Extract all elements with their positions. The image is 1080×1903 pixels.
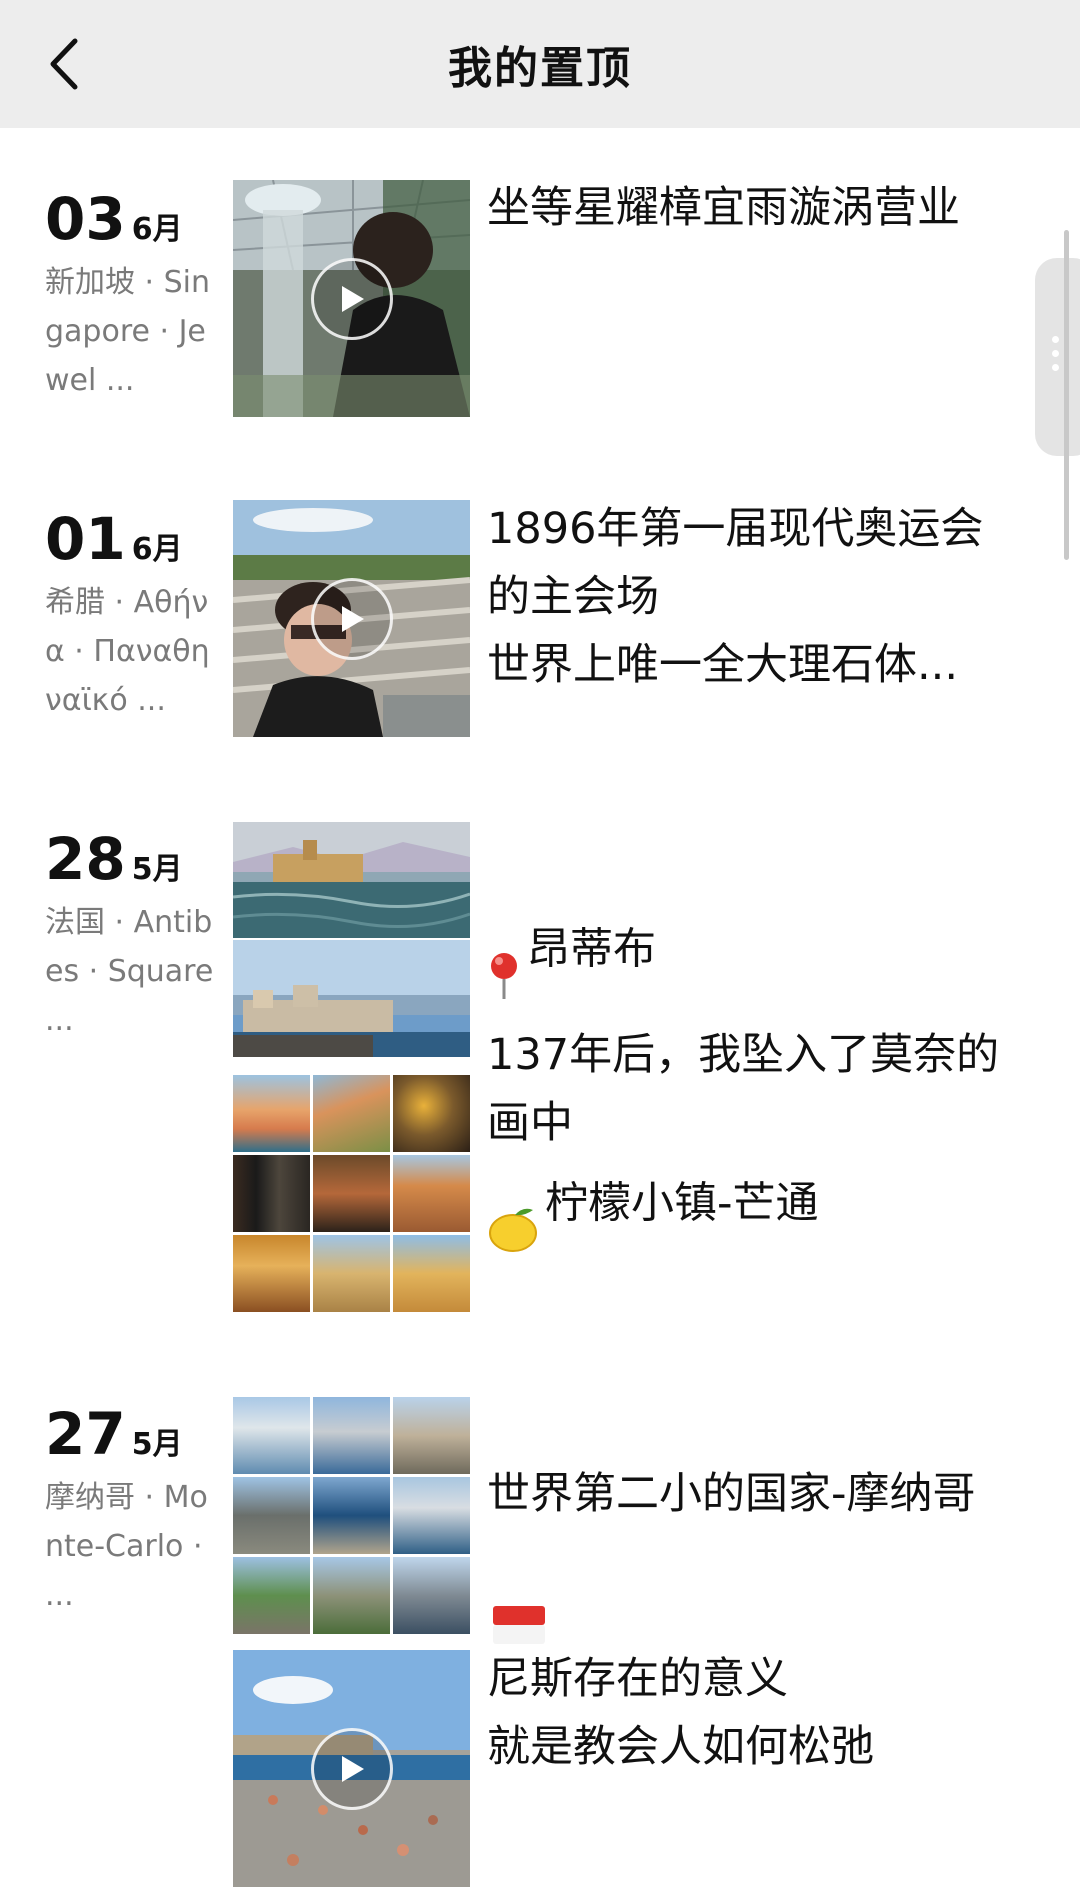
grid-photo[interactable] xyxy=(393,1155,470,1232)
post-text[interactable]: 尼斯存在的意义 就是教会人如何松弛 xyxy=(487,1645,1007,1781)
play-icon xyxy=(310,1727,393,1810)
grid-photo[interactable] xyxy=(313,1557,390,1634)
grid-photo[interactable] xyxy=(233,1477,310,1554)
grid-photo[interactable] xyxy=(233,1155,310,1232)
date-day: 28 xyxy=(45,825,126,893)
post-photo-thumbnail[interactable] xyxy=(233,940,470,1057)
date-month: 5月 xyxy=(131,1427,183,1462)
grid-photo[interactable] xyxy=(393,1557,470,1634)
date-day: 27 xyxy=(45,1400,126,1468)
grid-photo[interactable] xyxy=(393,1397,470,1474)
grid-photo[interactable] xyxy=(233,1397,310,1474)
grid-photo[interactable] xyxy=(233,1075,310,1152)
date-month: 6月 xyxy=(131,532,183,567)
post-text[interactable]: 世界第二小的国家-摩纳哥 xyxy=(487,1392,1007,1664)
post-date: 01 6月 希腊 · Αθήνα · Παναθηναϊκό ... xyxy=(45,510,215,725)
play-icon xyxy=(310,257,393,340)
grid-photo[interactable] xyxy=(313,1235,390,1312)
post-text[interactable]: 1896年第一届现代奥运会的主会场 世界上唯一全大理石体... xyxy=(487,495,1007,699)
more-dots-icon xyxy=(1052,336,1059,378)
grid-photo[interactable] xyxy=(313,1397,390,1474)
grid-photo[interactable] xyxy=(393,1477,470,1554)
post-video-thumbnail[interactable] xyxy=(233,1650,470,1887)
chevron-left-icon xyxy=(50,38,78,90)
monaco-flag-icon xyxy=(493,1528,545,1664)
post-location: 新加坡 · Singapore · Jewel ... xyxy=(45,265,210,398)
scrollbar[interactable] xyxy=(1064,230,1069,560)
date-day: 01 xyxy=(45,505,126,573)
grid-photo[interactable] xyxy=(313,1155,390,1232)
date-month: 5月 xyxy=(131,852,183,887)
post-photo-thumbnail[interactable] xyxy=(233,822,470,938)
navbar: 我的置顶 xyxy=(0,0,1080,128)
scroll-handle[interactable] xyxy=(1035,258,1080,456)
post-date: 03 6月 新加坡 · Singapore · Jewel ... xyxy=(45,190,215,405)
red-pin-icon xyxy=(487,883,521,1021)
grid-photo[interactable] xyxy=(233,1557,310,1634)
post-date: 28 5月 法国 · Antibes · Square ... xyxy=(45,830,215,1045)
post-location: 法国 · Antibes · Square ... xyxy=(45,905,214,1038)
grid-photo[interactable] xyxy=(233,1235,310,1312)
lemon-icon xyxy=(487,1138,539,1274)
play-icon xyxy=(310,577,393,660)
post-text[interactable]: 坐等星耀樟宜雨漩涡营业 xyxy=(487,174,1007,242)
page-title: 我的置顶 xyxy=(448,43,632,94)
grid-photo[interactable] xyxy=(313,1477,390,1554)
post-text-body: 柠檬小镇-芒通 xyxy=(545,1178,819,1229)
post-text-body: 世界第二小的国家-摩纳哥 xyxy=(487,1469,976,1519)
post-text[interactable]: 柠檬小镇-芒通 xyxy=(487,1070,1007,1274)
back-button[interactable] xyxy=(34,34,94,94)
grid-photo[interactable] xyxy=(393,1075,470,1152)
grid-photo[interactable] xyxy=(393,1235,470,1312)
grid-photo[interactable] xyxy=(313,1075,390,1152)
photo-grid[interactable] xyxy=(233,1397,470,1634)
post-date: 27 5月 摩纳哥 · Monte-Carlo · ... xyxy=(45,1405,215,1620)
photo-grid[interactable] xyxy=(233,1075,470,1312)
post-location: 希腊 · Αθήνα · Παναθηναϊκό ... xyxy=(45,585,210,718)
post-location: 摩纳哥 · Monte-Carlo · ... xyxy=(45,1480,208,1613)
date-day: 03 xyxy=(45,185,126,253)
post-video-thumbnail[interactable] xyxy=(233,500,470,737)
post-video-thumbnail[interactable] xyxy=(233,180,470,417)
date-month: 6月 xyxy=(131,212,183,247)
